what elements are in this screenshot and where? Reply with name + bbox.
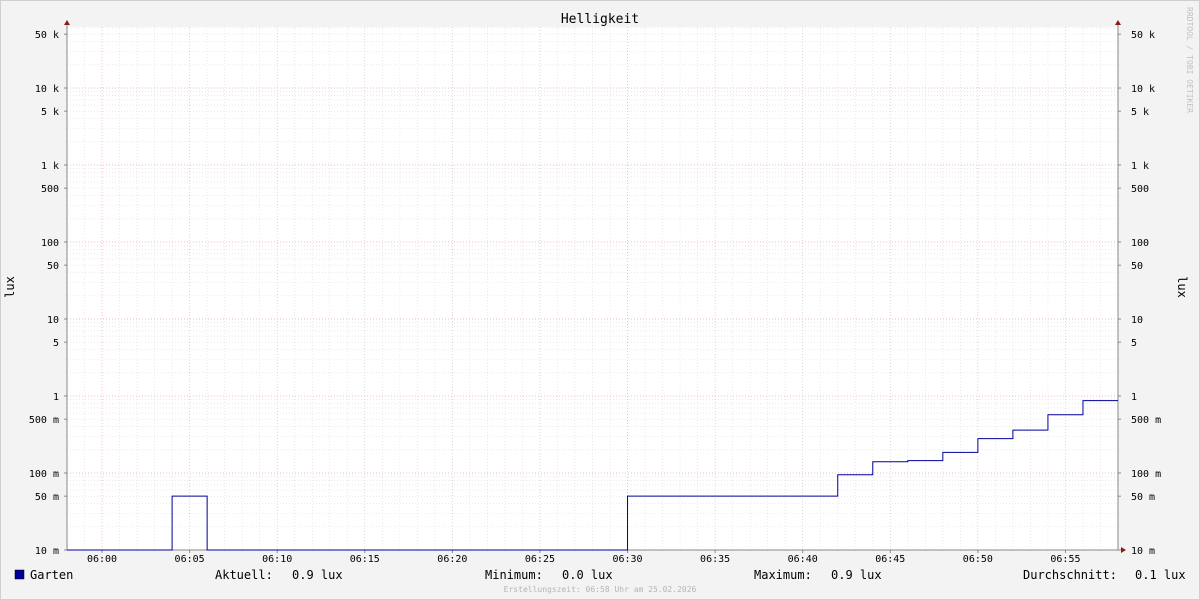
- watermark: RRDTOOL / TOBI OETIKER: [1185, 7, 1194, 113]
- y-tick-label: 10 k: [1131, 84, 1155, 95]
- footer-timestamp: Erstellungszeit: 06:58 Uhr am 25.02.2026: [504, 585, 697, 594]
- y-tick-label: 50: [1131, 261, 1143, 272]
- y-tick-label: 100 m: [29, 469, 59, 480]
- legend-current-value: 0.9 lux: [292, 568, 343, 582]
- y-axis-arrow-left: [64, 20, 70, 25]
- y-tick-label: 50 k: [35, 30, 59, 41]
- y-tick-label: 10 k: [35, 84, 59, 95]
- y-tick-label: 50: [47, 261, 59, 272]
- x-tick-label: 06:10: [262, 554, 292, 565]
- x-tick-label: 06:40: [788, 554, 818, 565]
- x-tick-label: 06:35: [700, 554, 730, 565]
- y-tick-labels-left: 10 m 50 m 100 m 500 m 1 5 10 50 100 500 1 k 5 k 10 k…: [29, 30, 59, 557]
- y-tick-label: 50 k: [1131, 30, 1155, 41]
- legend-swatch: [14, 569, 25, 580]
- x-tick-label: 06:45: [875, 554, 905, 565]
- legend-min-label: Minimum:: [485, 568, 543, 582]
- y-tick-label: 5 k: [41, 107, 59, 118]
- legend-series-name: Garten: [30, 568, 73, 582]
- y-tick-label: 10 m: [1131, 546, 1155, 557]
- x-axis-arrow: [1121, 547, 1126, 553]
- y-axis-arrow-right: [1115, 20, 1121, 25]
- y-tick-label: 5: [53, 338, 59, 349]
- chart-title: Helligkeit: [561, 12, 639, 27]
- legend-max-label: Maximum:: [754, 568, 812, 582]
- minor-grid: [67, 27, 1118, 550]
- y-tick-label: 50 m: [1131, 492, 1155, 503]
- y-tick-label: 1: [1131, 392, 1137, 403]
- y-tick-label: 500: [1131, 184, 1149, 195]
- y-tick-label: 10: [47, 315, 59, 326]
- y-tick-label: 100 m: [1131, 469, 1161, 480]
- y-tick-label: 500 m: [29, 415, 59, 426]
- x-tick-labels: 06:00 06:05 06:10 06:15 06:20 06:25 06:30 06:35…: [87, 554, 1081, 565]
- legend-min-value: 0.0 lux: [562, 568, 613, 582]
- y-tick-label: 50 m: [35, 492, 59, 503]
- y-tick-label: 1: [53, 392, 59, 403]
- y-tick-label: 500 m: [1131, 415, 1161, 426]
- y-tick-labels-right: 10 m 50 m 100 m 500 m 1 5 10 50 100 500 1 k 5 k 10 k…: [1131, 30, 1161, 557]
- y-tick-label: 1 k: [41, 161, 59, 172]
- y-tick-label: 10: [1131, 315, 1143, 326]
- x-tick-label: 06:50: [963, 554, 993, 565]
- x-tick-label: 06:05: [175, 554, 205, 565]
- x-tick-label: 06:25: [525, 554, 555, 565]
- legend-avg-label: Durchschnitt:: [1023, 568, 1117, 582]
- x-tick-label: 06:30: [612, 554, 642, 565]
- y-axis-label-right: lux: [1175, 276, 1189, 298]
- legend-max-value: 0.9 lux: [831, 568, 882, 582]
- y-tick-label: 10 m: [35, 546, 59, 557]
- y-tick-label: 500: [41, 184, 59, 195]
- y-tick-label: 5 k: [1131, 107, 1149, 118]
- y-tick-label: 5: [1131, 338, 1137, 349]
- legend-current-label: Aktuell:: [215, 568, 273, 582]
- y-axis-label-left: lux: [3, 276, 17, 298]
- legend-avg-value: 0.1 lux: [1135, 568, 1186, 582]
- x-tick-label: 06:15: [350, 554, 380, 565]
- brightness-chart: 10 m 50 m 100 m 500 m 1 5 10 50 100 500 1 k 5 k 10 k…: [3, 7, 1194, 594]
- y-tick-label: 100: [1131, 238, 1149, 249]
- x-tick-label: 06:00: [87, 554, 117, 565]
- x-tick-label: 06:55: [1050, 554, 1080, 565]
- y-tick-label: 100: [41, 238, 59, 249]
- x-tick-label: 06:20: [437, 554, 467, 565]
- y-tick-label: 1 k: [1131, 161, 1149, 172]
